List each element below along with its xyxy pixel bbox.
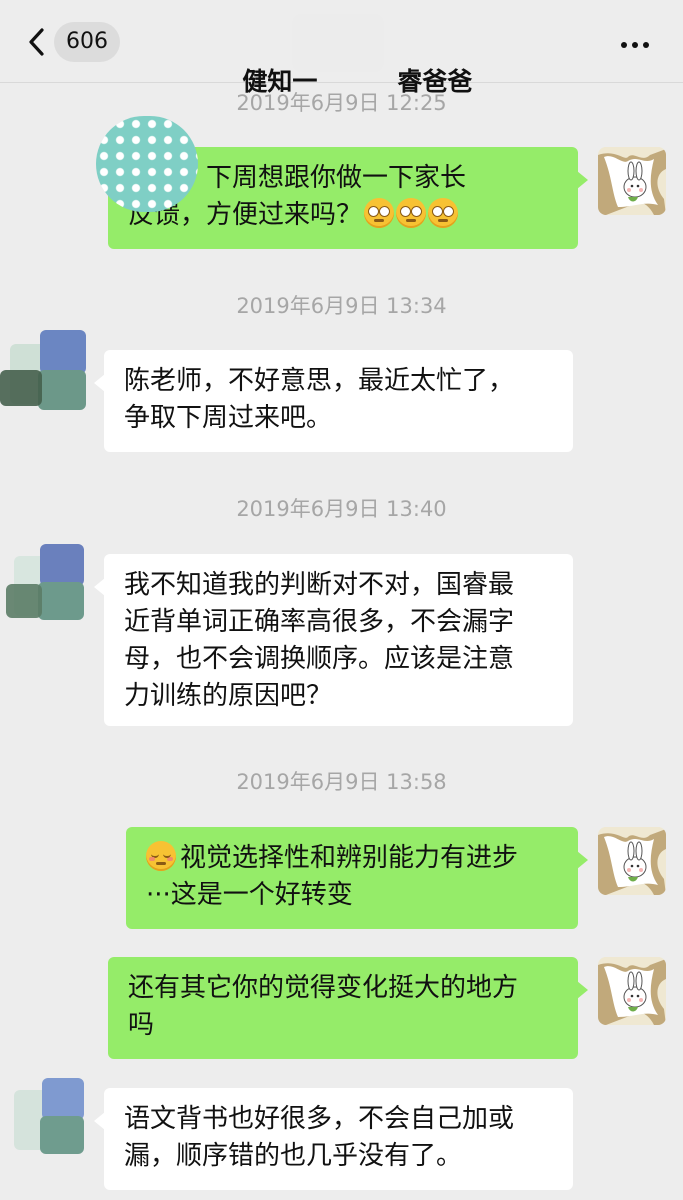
contact-avatar-redacted[interactable] (0, 330, 90, 420)
message-line: 母，也不会调换顺序。应该是注意 (124, 644, 515, 674)
message-bubble-received[interactable]: 语文背书也好很多，不会自己加或 漏，顺序错的也几乎没有了。 (94, 1088, 573, 1190)
redacted-title-block (292, 14, 384, 72)
chat-header: 606 健知一 睿爸爸 (0, 0, 683, 96)
my-avatar-bunny[interactable] (598, 957, 666, 1025)
message-line: ···这是一个好转变 (146, 880, 353, 910)
unread-count-badge[interactable]: 606 (54, 22, 120, 62)
message-line: 漏，顺序错的也几乎没有了。 (124, 1141, 463, 1171)
message-line: 语文背书也好很多，不会自己加或 (124, 1104, 515, 1134)
redaction-dots-sticker (96, 116, 198, 212)
message-line: 陈老师，不好意思，最近太忙了， (124, 366, 515, 396)
message-line: 我不知道我的判断对不对，国睿最 (124, 570, 515, 600)
message-line: 还有其它你的觉得变化挺大的地方 (128, 973, 519, 1003)
bubble-tail (577, 851, 588, 869)
flushed-face-emoji-icon (428, 198, 459, 228)
timestamp: 2019年6月9日 13:58 (236, 770, 447, 794)
back-arrow-icon[interactable] (22, 24, 56, 60)
message-line: 吗 (128, 1010, 155, 1040)
more-options-icon[interactable] (621, 33, 657, 48)
bubble-tail (577, 171, 588, 189)
message-bubble-received[interactable]: 陈老师，不好意思，最近太忙了， 争取下周过来吧。 (94, 350, 573, 452)
message-bubble-sent[interactable]: 还有其它你的觉得变化挺大的地方 吗 (108, 957, 588, 1059)
flushed-face-emoji-icon (396, 198, 427, 228)
bubble-tail (94, 374, 105, 392)
message-bubble-received[interactable]: 我不知道我的判断对不对，国睿最 近背单词正确率高很多，不会漏字 母，也不会调换顺… (94, 554, 573, 726)
message-line: 视觉选择性和辨别能力有进步 (180, 843, 519, 873)
message-line: 近背单词正确率高很多，不会漏字 (124, 607, 515, 637)
bubble-tail (94, 1112, 105, 1130)
timestamp: 2019年6月9日 12:25 (236, 91, 447, 115)
my-avatar-bunny[interactable] (598, 147, 666, 215)
relieved-face-emoji-icon (146, 841, 176, 871)
my-avatar-bunny[interactable] (598, 827, 666, 895)
message-bubble-sent[interactable]: 视觉选择性和辨别能力有进步 ···这是一个好转变 (126, 827, 588, 929)
message-line: 力训练的原因吧？ (124, 681, 333, 711)
contact-avatar-redacted[interactable] (0, 1072, 90, 1162)
flushed-face-emoji-icon (364, 198, 395, 228)
bubble-tail (577, 981, 588, 999)
timestamp: 2019年6月9日 13:40 (236, 497, 447, 521)
timestamp: 2019年6月9日 13:34 (236, 294, 447, 318)
contact-avatar-redacted[interactable] (0, 540, 90, 630)
message-line: 争取下周过来吧。 (124, 403, 333, 433)
bubble-tail (94, 578, 105, 596)
